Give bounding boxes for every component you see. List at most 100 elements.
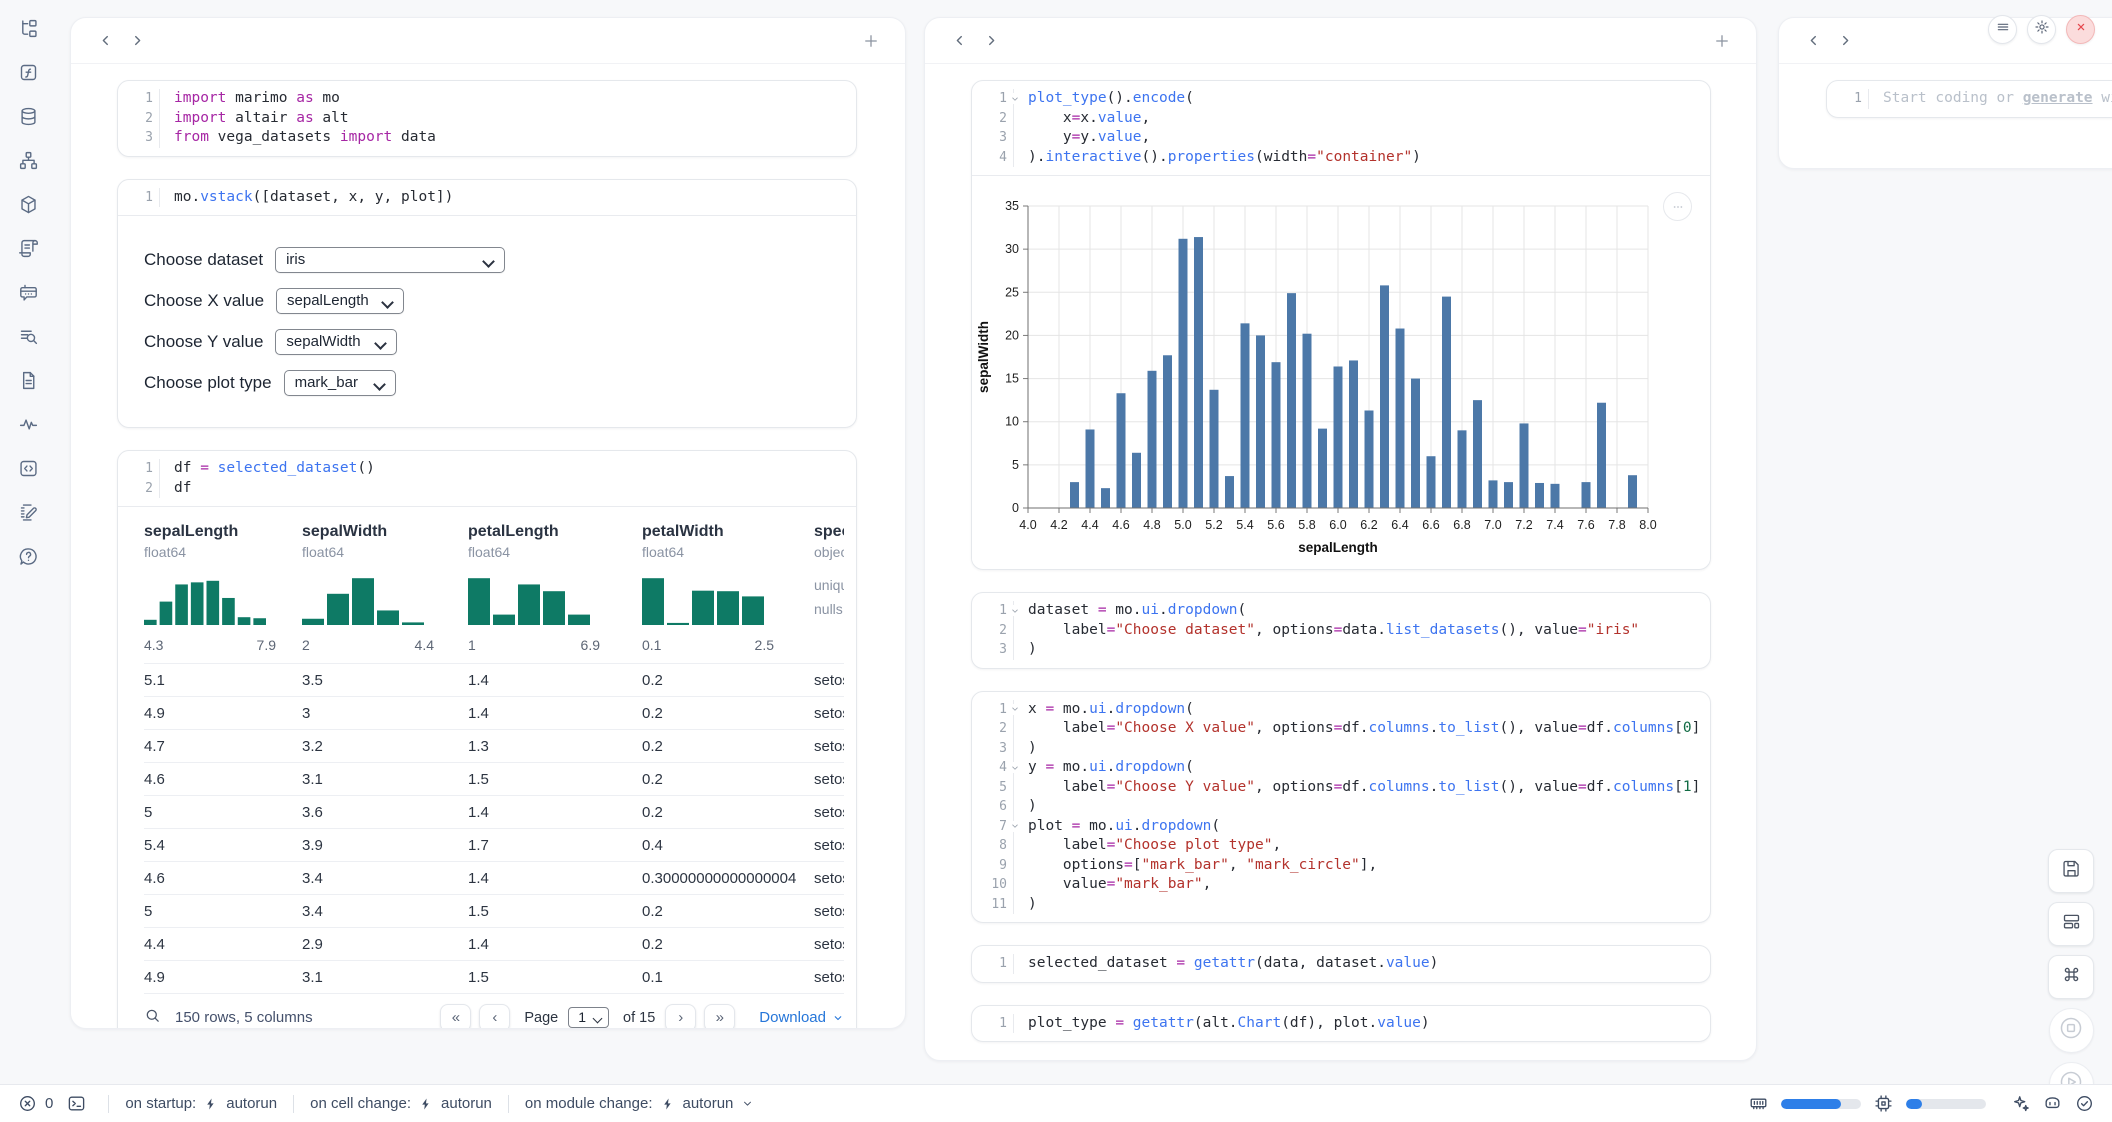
- table-row[interactable]: 4.73.21.30.2setosa: [144, 729, 844, 762]
- close-icon: [2073, 19, 2089, 40]
- code-line: x = mo.ui.dropdown(: [1014, 700, 1194, 720]
- menu-button[interactable]: [1988, 15, 2017, 44]
- code-editor[interactable]: 1plot_type = getattr(alt.Chart(df), plot…: [972, 1006, 1710, 1042]
- table-row[interactable]: 5.13.51.40.2setosa: [144, 663, 844, 696]
- dropdown-select[interactable]: mark_bar: [284, 370, 396, 396]
- error-icon: [18, 1094, 37, 1113]
- code-editor[interactable]: 1mo.vstack([dataset, x, y, plot]): [118, 180, 856, 216]
- table-row[interactable]: 4.93.11.50.1setosa: [144, 960, 844, 993]
- save-button[interactable]: [2048, 849, 2094, 893]
- code-editor[interactable]: 1selected_dataset = getattr(data, datase…: [972, 946, 1710, 982]
- table-row[interactable]: 4.42.91.40.2setosa: [144, 927, 844, 960]
- column-next-button[interactable]: [121, 25, 153, 57]
- add-cell-button[interactable]: [855, 25, 887, 57]
- fold-chevron-icon[interactable]: [1009, 93, 1020, 104]
- altair-bar-chart[interactable]: 4.04.24.44.64.85.05.25.45.65.86.06.26.46…: [972, 182, 1710, 569]
- svg-text:4.2: 4.2: [1050, 518, 1067, 532]
- dropdown-select[interactable]: sepalWidth: [275, 329, 397, 355]
- download-button[interactable]: Download: [759, 1009, 844, 1026]
- rail-function-button[interactable]: [13, 60, 43, 90]
- table-cell: 0.4: [642, 837, 814, 854]
- cell-output: 4.04.24.44.64.85.05.25.45.65.86.06.26.46…: [972, 175, 1710, 569]
- fold-chevron-icon[interactable]: [1009, 821, 1020, 832]
- run-mode-startup[interactable]: on startup: autorun: [125, 1095, 277, 1112]
- add-cell-button[interactable]: [1706, 25, 1738, 57]
- rail-file-tree-button[interactable]: [13, 16, 43, 46]
- layout-button[interactable]: [2048, 902, 2094, 946]
- table-column-header[interactable]: sepalWidthfloat6424.4: [302, 523, 468, 663]
- fold-chevron-icon[interactable]: [1009, 605, 1020, 616]
- table-row[interactable]: 53.41.50.2setosa: [144, 894, 844, 927]
- table-cell: setosa: [814, 804, 844, 821]
- line-number: 2: [972, 621, 1014, 641]
- cell-output: sepalLengthfloat644.37.9sepalWidthfloat6…: [118, 506, 856, 1029]
- line-number: 1: [118, 89, 160, 109]
- line-number: 1: [972, 954, 1014, 974]
- code-editor[interactable]: 1df = selected_dataset()2df: [118, 451, 856, 506]
- generate-link[interactable]: generate: [2023, 90, 2093, 106]
- rail-chat-button[interactable]: [13, 280, 43, 310]
- code-editor[interactable]: 1import marimo as mo2import altair as al…: [118, 81, 856, 156]
- connection-status-icon[interactable]: [2075, 1094, 2094, 1113]
- terminal-button[interactable]: [67, 1094, 86, 1113]
- empty-code-cell[interactable]: 1 Start coding or generate with: [1826, 80, 2112, 118]
- dropdown-row: Choose X valuesepalLength: [144, 288, 830, 314]
- run-mode-cell-change[interactable]: on cell change: autorun: [310, 1095, 492, 1112]
- column-prev-button[interactable]: [943, 25, 975, 57]
- rail-package-button[interactable]: [13, 192, 43, 222]
- table-row[interactable]: 53.61.40.2setosa: [144, 795, 844, 828]
- dropdown-select[interactable]: sepalLength: [276, 288, 404, 314]
- last-page-button[interactable]: »: [704, 1004, 735, 1030]
- gear-button[interactable]: [2027, 15, 2056, 44]
- rail-database-button[interactable]: [13, 104, 43, 134]
- prev-page-button[interactable]: ‹: [479, 1004, 510, 1030]
- table-cell: 0.2: [642, 738, 814, 755]
- next-page-button[interactable]: ›: [665, 1004, 696, 1030]
- code-editor[interactable]: 1dataset = mo.ui.dropdown(2 label="Choos…: [972, 593, 1710, 668]
- chart-menu-button[interactable]: [1663, 192, 1692, 221]
- rail-dependency-graph-button[interactable]: [13, 148, 43, 178]
- column-next-button[interactable]: [1829, 25, 1861, 57]
- table-row[interactable]: 4.63.41.40.30000000000000004setosa: [144, 861, 844, 894]
- table-column-header[interactable]: speciesobjectuniquenulls:: [814, 523, 844, 663]
- code-editor[interactable]: 1plot_type().encode(2 x=x.value,3 y=y.va…: [972, 81, 1710, 175]
- table-column-header[interactable]: petalLengthfloat6416.9: [468, 523, 642, 663]
- table-row[interactable]: 4.931.40.2setosa: [144, 696, 844, 729]
- fold-chevron-icon[interactable]: [1009, 704, 1020, 715]
- rail-scratchpad-button[interactable]: [13, 500, 43, 530]
- stop-button[interactable]: [2049, 1008, 2094, 1053]
- close-button[interactable]: [2066, 15, 2095, 44]
- column-prev-button[interactable]: [89, 25, 121, 57]
- search-icon[interactable]: [144, 1007, 161, 1028]
- svg-text:5.2: 5.2: [1205, 518, 1222, 532]
- table-row[interactable]: 4.63.11.50.2setosa: [144, 762, 844, 795]
- svg-text:8.0: 8.0: [1639, 518, 1656, 532]
- error-indicator[interactable]: 0: [18, 1094, 53, 1113]
- page-select[interactable]: 1: [568, 1007, 609, 1028]
- rail-script-button[interactable]: [13, 236, 43, 266]
- code-editor[interactable]: 1x = mo.ui.dropdown(2 label="Choose X va…: [972, 692, 1710, 923]
- rail-logs-button[interactable]: [13, 324, 43, 354]
- table-cell: 5.1: [144, 672, 302, 689]
- code-placeholder[interactable]: Start coding or generate with: [1869, 89, 2112, 109]
- rail-snippets-button[interactable]: [13, 456, 43, 486]
- first-page-button[interactable]: «: [440, 1004, 471, 1030]
- ai-sparkle-icon[interactable]: [2011, 1094, 2030, 1113]
- bolt-icon: [204, 1097, 218, 1111]
- copilot-icon[interactable]: [2043, 1094, 2062, 1113]
- table-column-header[interactable]: petalWidthfloat640.12.5: [642, 523, 814, 663]
- table-row[interactable]: 5.43.91.70.4setosa: [144, 828, 844, 861]
- table-column-header[interactable]: sepalLengthfloat644.37.9: [144, 523, 302, 663]
- svg-text:6.0: 6.0: [1329, 518, 1346, 532]
- svg-text:sepalWidth: sepalWidth: [976, 321, 991, 393]
- column-prev-button[interactable]: [1797, 25, 1829, 57]
- rail-help-button[interactable]: [13, 544, 43, 574]
- column-next-button[interactable]: [975, 25, 1007, 57]
- rail-tracer-button[interactable]: [13, 412, 43, 442]
- command-button[interactable]: [2048, 955, 2094, 999]
- dropdown-select[interactable]: iris: [275, 247, 505, 273]
- fold-chevron-icon[interactable]: [1009, 762, 1020, 773]
- run-mode-module-change[interactable]: on module change: autorun: [525, 1095, 754, 1112]
- code-line: df: [160, 479, 191, 499]
- rail-document-button[interactable]: [13, 368, 43, 398]
